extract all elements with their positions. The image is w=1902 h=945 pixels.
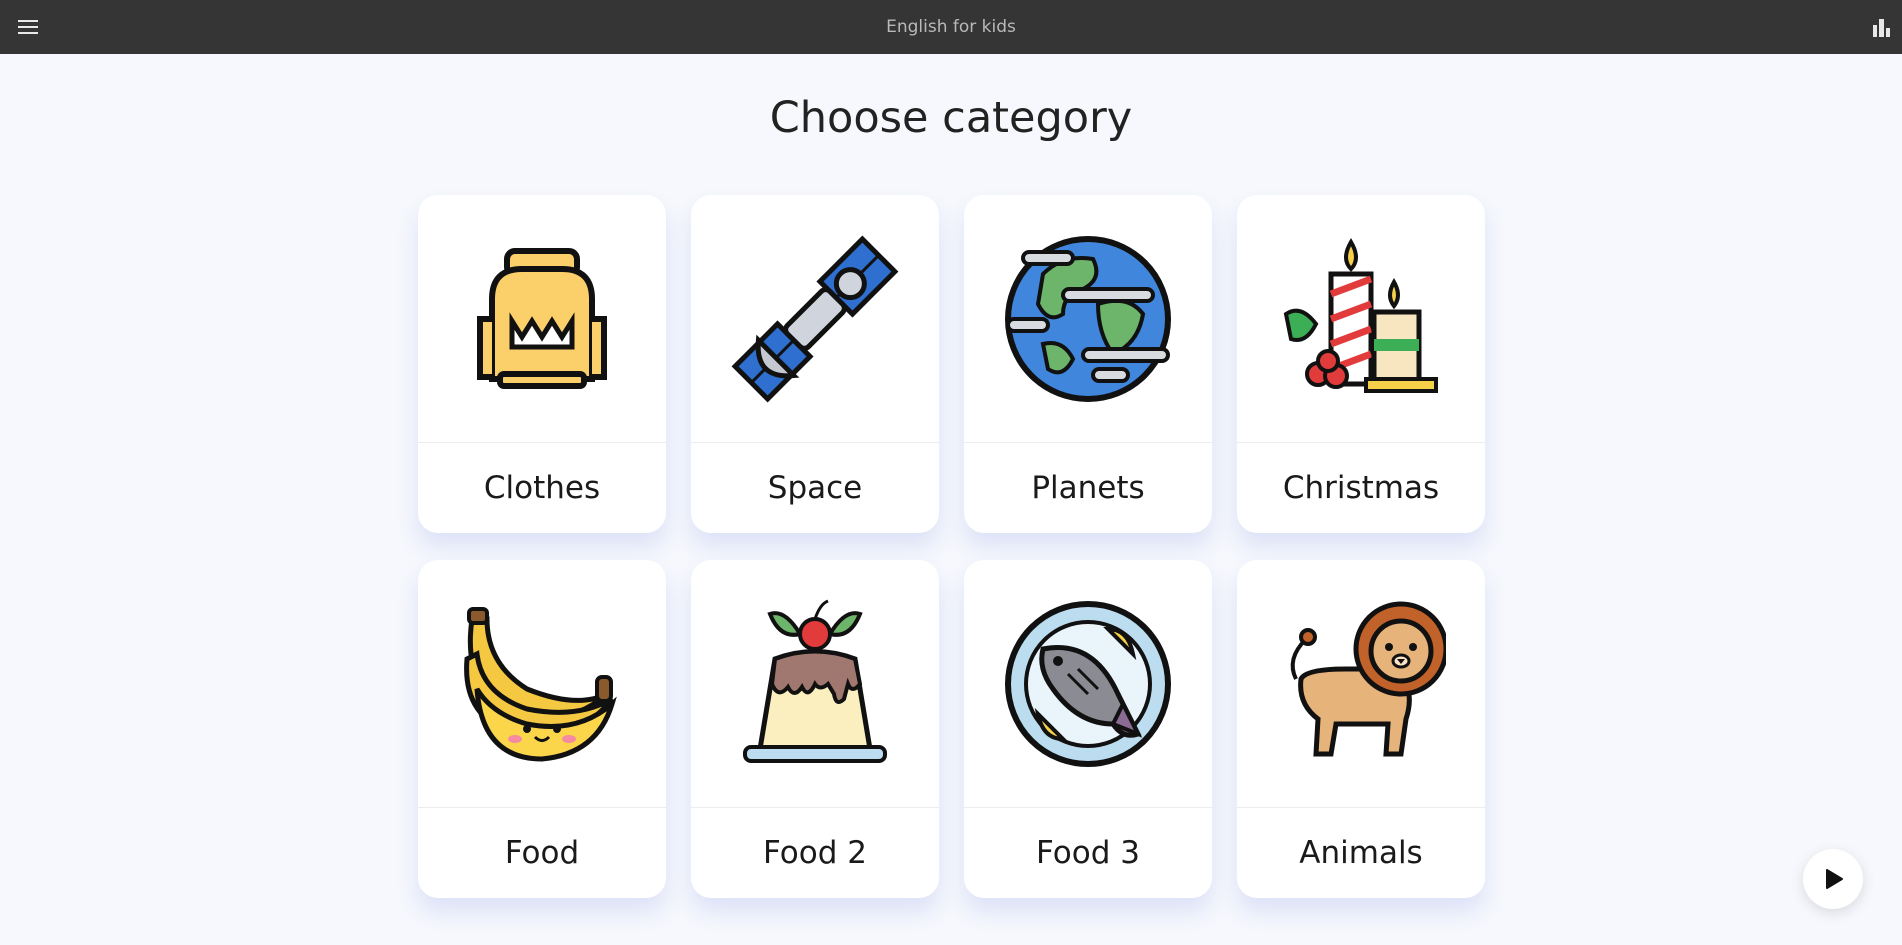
category-card-clothes[interactable]: Clothes	[418, 195, 666, 533]
banana-icon	[464, 606, 617, 762]
top-bar: English for kids	[0, 0, 1902, 54]
lion-icon	[1290, 601, 1446, 756]
earth-icon	[1005, 235, 1171, 402]
fish-plate-icon	[1005, 600, 1171, 767]
app-title: English for kids	[886, 17, 1016, 37]
category-card-food[interactable]: Food	[418, 560, 666, 898]
play-icon	[1826, 869, 1843, 889]
category-label: Space	[767, 470, 863, 506]
category-label: Planets	[1031, 470, 1145, 506]
candles-icon	[1283, 237, 1438, 393]
category-label: Clothes	[483, 470, 601, 506]
menu-button[interactable]	[18, 19, 38, 35]
play-button[interactable]	[1803, 849, 1863, 909]
statistics-button[interactable]	[1873, 17, 1891, 37]
category-label: Christmas	[1282, 470, 1440, 506]
category-card-food-3[interactable]: Food 3	[964, 560, 1212, 898]
category-card-animals[interactable]: Animals	[1237, 560, 1485, 898]
category-label: Animals	[1299, 835, 1423, 871]
category-label: Food	[504, 835, 580, 871]
category-card-christmas[interactable]: Christmas	[1237, 195, 1485, 533]
pudding-icon	[743, 599, 887, 763]
category-card-space[interactable]: Space	[691, 195, 939, 533]
page-title: Choose category	[769, 93, 1133, 143]
category-card-food-2[interactable]: Food 2	[691, 560, 939, 898]
bar-chart-icon	[1873, 19, 1890, 37]
category-label: Food 3	[1036, 835, 1140, 871]
category-card-planets[interactable]: Planets	[964, 195, 1212, 533]
satellite-icon	[731, 235, 899, 402]
category-label: Food 2	[763, 835, 867, 871]
hamburger-menu-icon	[18, 20, 38, 22]
category-grid: Clothes Space Planets Christmas Food Foo…	[418, 195, 1486, 898]
sweater-icon	[477, 247, 607, 389]
